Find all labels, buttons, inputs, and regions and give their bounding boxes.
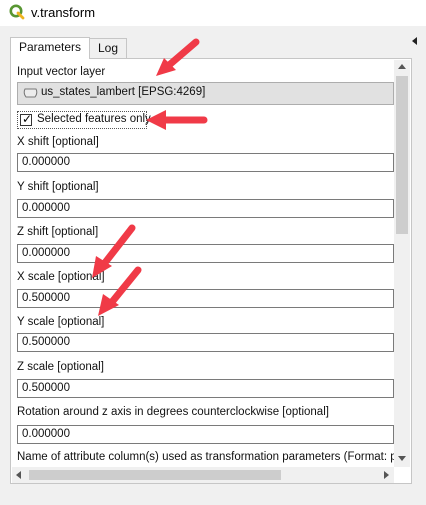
y-scale-label: Y scale [optional]: [17, 316, 105, 328]
tab-log[interactable]: Log: [89, 38, 127, 58]
y-shift-input[interactable]: 0.000000: [17, 199, 394, 218]
y-scale-input[interactable]: 0.500000: [17, 333, 394, 352]
y-shift-label: Y shift [optional]: [17, 181, 99, 193]
window-title: v.transform: [31, 5, 96, 20]
collapse-panel-arrow-icon[interactable]: [412, 37, 417, 45]
scroll-left-arrow-icon[interactable]: [16, 471, 21, 479]
vertical-scrollbar[interactable]: [394, 60, 410, 467]
selected-features-checkbox-row[interactable]: ✓ Selected features only: [17, 111, 151, 129]
input-layer-label: Input vector layer: [17, 66, 106, 78]
scroll-down-arrow-icon[interactable]: [398, 456, 406, 461]
x-scale-input[interactable]: 0.500000: [17, 289, 394, 308]
checkmark-icon: ✓: [22, 112, 33, 126]
z-scale-label: Z scale [optional]: [17, 361, 104, 373]
parameters-scroll-area: Input vector layer us_states_lambert [EP…: [12, 60, 394, 467]
z-scale-input[interactable]: 0.500000: [17, 379, 394, 398]
x-scale-label: X scale [optional]: [17, 271, 105, 283]
selected-features-label: Selected features only: [37, 113, 151, 125]
qgis-logo-icon: [9, 4, 25, 20]
title-bar: v.transform: [0, 0, 426, 26]
attribute-columns-label: Name of attribute column(s) used as tran…: [17, 451, 394, 463]
horizontal-scroll-thumb[interactable]: [29, 470, 281, 480]
x-shift-input[interactable]: 0.000000: [17, 153, 394, 172]
selected-features-checkbox[interactable]: ✓: [20, 112, 33, 126]
rotation-label: Rotation around z axis in degrees counte…: [17, 406, 329, 418]
input-layer-value: us_states_lambert [EPSG:4269]: [41, 86, 206, 98]
tab-parameters[interactable]: Parameters: [10, 37, 90, 59]
input-layer-combobox[interactable]: us_states_lambert [EPSG:4269]: [17, 82, 394, 105]
parameters-panel: Input vector layer us_states_lambert [EP…: [10, 58, 412, 484]
rotation-input[interactable]: 0.000000: [17, 425, 394, 444]
vertical-scroll-thumb[interactable]: [396, 76, 408, 234]
horizontal-scrollbar[interactable]: [12, 467, 394, 483]
x-shift-label: X shift [optional]: [17, 136, 99, 148]
polygon-layer-icon: [23, 88, 38, 98]
scroll-up-arrow-icon[interactable]: [398, 64, 406, 69]
z-shift-label: Z shift [optional]: [17, 226, 99, 238]
scroll-right-arrow-icon[interactable]: [384, 471, 389, 479]
z-shift-input[interactable]: 0.000000: [17, 244, 394, 263]
